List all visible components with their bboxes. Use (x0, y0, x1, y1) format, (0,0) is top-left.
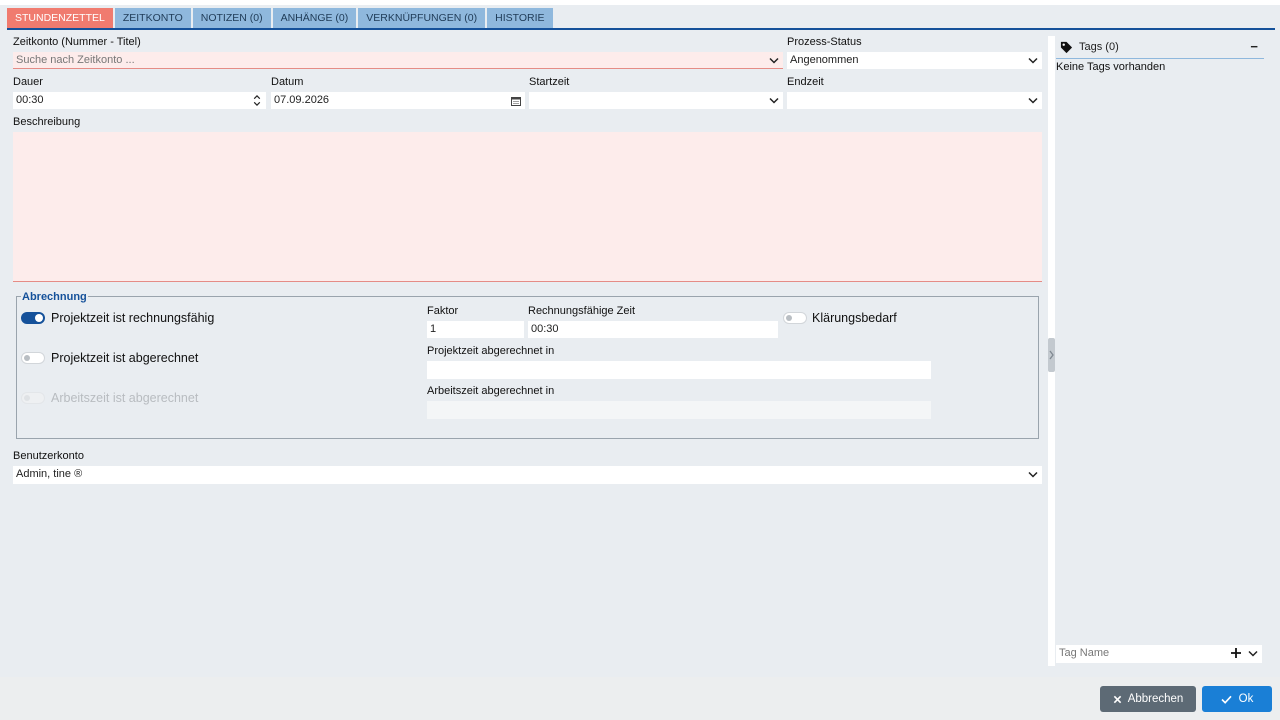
tab-notizen[interactable]: Notizen (0) (192, 8, 271, 28)
tags-title: Tags (0) (1079, 41, 1119, 53)
tags-header: Tags (0) − (1056, 38, 1264, 59)
dialog-footer (0, 677, 1280, 720)
chevron-down-icon[interactable] (769, 52, 779, 69)
work-billed-in-label: Arbeitszeit abgerechnet in (427, 385, 555, 397)
date-input[interactable]: 07.09.2026 (271, 92, 525, 109)
chevron-down-icon[interactable] (1028, 466, 1038, 483)
tab-zeitkonto[interactable]: Zeitkonto (114, 8, 191, 28)
work-billed-in-input (427, 401, 931, 419)
account-placeholder: Suche nach Zeitkonto ... (16, 54, 135, 66)
status-value: Angenommen (790, 54, 859, 66)
description-label: Beschreibung (13, 116, 81, 128)
tab-stundenzettel[interactable]: Stundenzettel (7, 8, 113, 28)
tag-name-placeholder: Tag Name (1059, 647, 1110, 659)
billable-toggle[interactable] (21, 312, 45, 324)
worktime-billed-toggle (21, 392, 45, 404)
start-label: Startzeit (529, 76, 570, 88)
tab-anhaenge[interactable]: Anhänge (0) (272, 8, 357, 28)
date-value: 07.09.2026 (274, 94, 330, 106)
billable-time-value: 00:30 (531, 323, 559, 335)
ok-button[interactable]: Ok (1202, 686, 1272, 712)
start-time-select[interactable] (529, 92, 783, 109)
user-account-value: Admin, tine ® (16, 468, 83, 480)
chevron-down-icon[interactable] (1248, 645, 1258, 662)
tab-historie[interactable]: Historie (487, 8, 553, 28)
project-billed-in-label: Projektzeit abgerechnet in (427, 345, 555, 357)
user-account-label: Benutzerkonto (13, 450, 84, 462)
billing-legend: Abrechnung (21, 291, 88, 303)
chevron-down-icon[interactable] (769, 92, 779, 109)
chevron-down-icon[interactable] (1028, 92, 1038, 109)
description-textarea[interactable] (13, 132, 1042, 282)
status-label: Prozess-Status (787, 36, 862, 48)
account-combobox[interactable]: Suche nach Zeitkonto ... (13, 52, 783, 69)
splitter-handle[interactable] (1048, 338, 1055, 372)
ok-label: Ok (1238, 693, 1254, 705)
tab-bar: Stundenzettel Zeitkonto Notizen (0) Anhä… (7, 8, 553, 28)
account-label: Zeitkonto (Nummer - Titel) (13, 36, 141, 48)
tag-icon (1060, 41, 1073, 57)
cancel-label: Abbrechen (1127, 693, 1184, 705)
tab-underline (7, 28, 1275, 30)
collapse-icon[interactable]: − (1250, 39, 1258, 54)
date-label: Datum (271, 76, 304, 88)
clarification-toggle[interactable] (783, 312, 807, 324)
worktime-billed-label: Arbeitszeit ist abgerechnet (51, 391, 199, 405)
project-billed-in-input[interactable] (427, 361, 931, 379)
chevron-down-icon[interactable] (1028, 52, 1038, 69)
billable-time-input[interactable]: 00:30 (528, 321, 778, 338)
tag-name-input[interactable]: Tag Name (1056, 645, 1262, 663)
billed-toggle[interactable] (21, 352, 45, 364)
plus-icon[interactable] (1230, 647, 1242, 665)
tab-verknuepfungen[interactable]: Verknüpfungen (0) (358, 8, 486, 28)
billed-label: Projektzeit ist abgerechnet (51, 351, 199, 365)
factor-value: 1 (430, 323, 437, 335)
check-icon (1221, 695, 1232, 704)
billable-label: Projektzeit ist rechnungsfähig (51, 311, 215, 325)
close-icon (1113, 695, 1121, 703)
cancel-button[interactable]: Abbrechen (1100, 686, 1196, 712)
tags-empty-text: Keine Tags vorhanden (1056, 61, 1166, 73)
factor-input[interactable]: 1 (427, 321, 524, 338)
top-strip (0, 0, 1280, 5)
spinner-icon[interactable] (252, 92, 262, 109)
user-account-select[interactable]: Admin, tine ® (13, 466, 1042, 484)
billable-time-label: Rechnungsfähige Zeit (528, 305, 636, 317)
status-select[interactable]: Angenommen (787, 52, 1042, 69)
duration-input[interactable]: 00:30 (13, 92, 266, 109)
end-label: Endzeit (787, 76, 824, 88)
end-time-select[interactable] (787, 92, 1042, 109)
clarification-label: Klärungsbedarf (812, 311, 897, 325)
factor-label: Faktor (427, 305, 459, 317)
duration-label: Dauer (13, 76, 43, 88)
calendar-icon[interactable] (511, 92, 521, 109)
duration-value: 00:30 (16, 94, 44, 106)
